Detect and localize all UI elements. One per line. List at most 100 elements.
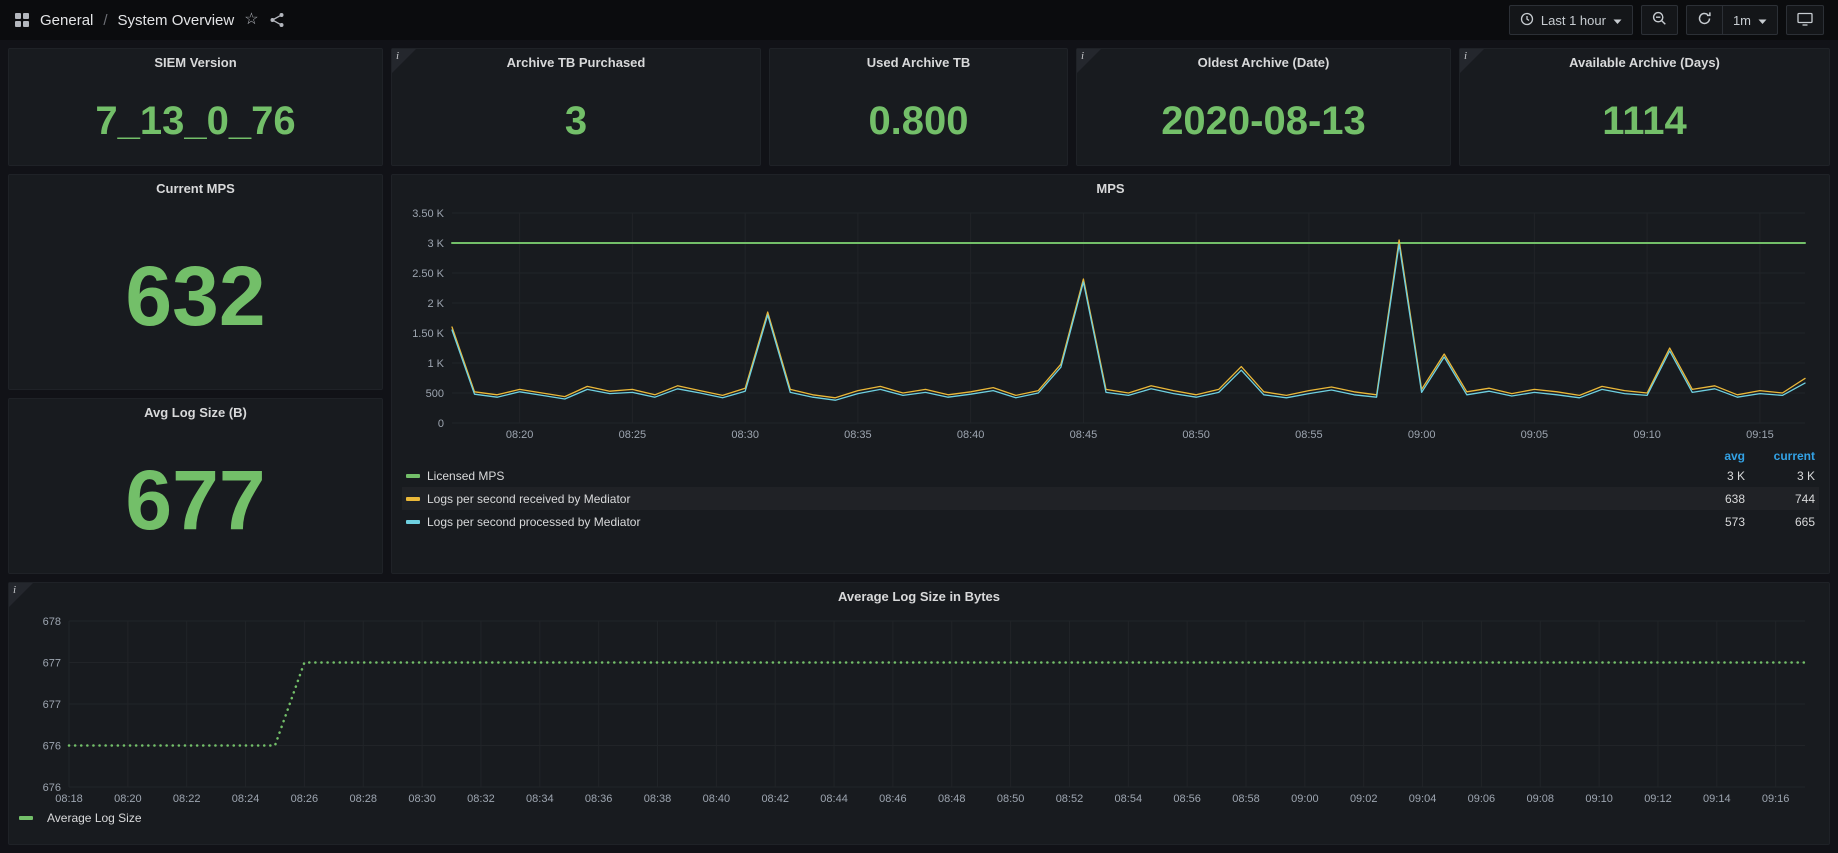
svg-text:08:30: 08:30 <box>408 793 436 805</box>
svg-text:09:16: 09:16 <box>1762 793 1790 805</box>
legend-row-processed: Logs per second processed by Mediator 57… <box>402 510 1819 533</box>
zoom-out-icon <box>1652 11 1667 29</box>
panel-archive-tb-purchased: i Archive TB Purchased 3 <box>391 48 761 166</box>
svg-text:08:35: 08:35 <box>844 429 872 441</box>
svg-text:09:00: 09:00 <box>1291 793 1319 805</box>
refresh-button-group: 1m <box>1686 5 1778 35</box>
svg-text:09:10: 09:10 <box>1633 429 1661 441</box>
panel-current-mps: Current MPS 632 <box>8 174 383 390</box>
panel-title[interactable]: Archive TB Purchased <box>392 49 760 77</box>
panel-title[interactable]: MPS <box>392 175 1829 203</box>
series-name[interactable]: Logs per second processed by Mediator <box>427 515 1675 529</box>
tv-mode-button[interactable] <box>1786 5 1824 35</box>
svg-text:08:38: 08:38 <box>644 793 672 805</box>
svg-text:09:14: 09:14 <box>1703 793 1731 805</box>
series-current-value: 3 K <box>1745 469 1815 483</box>
breadcrumb-dashboard-title[interactable]: System Overview <box>118 12 235 29</box>
panel-available-archive-days: i Available Archive (Days) 1114 <box>1459 48 1830 166</box>
monitor-icon <box>1797 12 1813 29</box>
svg-text:09:10: 09:10 <box>1585 793 1613 805</box>
panel-avg-log-size: Avg Log Size (B) 677 <box>8 398 383 574</box>
legend-row-received: Logs per second received by Mediator 638… <box>402 487 1819 510</box>
series-name[interactable]: Licensed MPS <box>427 469 1675 483</box>
stat-value: 677 <box>9 427 382 573</box>
log-size-legend: Average Log Size <box>9 807 1829 829</box>
panel-oldest-archive-date: i Oldest Archive (Date) 2020-08-13 <box>1076 48 1451 166</box>
series-name[interactable]: Average Log Size <box>47 811 142 825</box>
panel-siem-version: SIEM Version 7_13_0_76 <box>8 48 383 166</box>
navbar: General / System Overview ☆ Last 1 hour <box>0 0 1838 40</box>
refresh-button[interactable] <box>1686 5 1723 35</box>
breadcrumb-folder[interactable]: General <box>40 12 93 29</box>
svg-text:09:05: 09:05 <box>1521 429 1549 441</box>
svg-text:09:08: 09:08 <box>1526 793 1554 805</box>
svg-text:08:22: 08:22 <box>173 793 201 805</box>
svg-text:08:54: 08:54 <box>1115 793 1143 805</box>
stat-value: 7_13_0_76 <box>9 77 382 165</box>
svg-text:677: 677 <box>43 658 61 670</box>
breadcrumb-separator: / <box>103 12 107 29</box>
dashboard: SIEM Version 7_13_0_76 i Archive TB Purc… <box>0 40 1838 853</box>
panel-info-icon[interactable]: i <box>1077 49 1101 73</box>
panel-info-icon[interactable]: i <box>392 49 416 73</box>
star-icon[interactable]: ☆ <box>244 12 258 28</box>
stat-value: 3 <box>392 77 760 165</box>
svg-text:09:06: 09:06 <box>1468 793 1496 805</box>
panel-title[interactable]: Used Archive TB <box>770 49 1067 77</box>
legend-col-avg[interactable]: avg <box>1675 449 1745 463</box>
panel-title[interactable]: Oldest Archive (Date) <box>1077 49 1450 77</box>
panel-title[interactable]: Average Log Size in Bytes <box>9 583 1829 611</box>
svg-text:08:30: 08:30 <box>731 429 759 441</box>
panel-title[interactable]: Available Archive (Days) <box>1460 49 1829 77</box>
svg-text:08:20: 08:20 <box>114 793 142 805</box>
panel-info-icon[interactable]: i <box>9 583 33 607</box>
legend-header-row: avg current <box>402 447 1819 464</box>
series-current-value: 744 <box>1745 492 1815 506</box>
series-color-marker <box>19 816 33 820</box>
dashboards-grid-icon[interactable] <box>14 12 30 28</box>
svg-text:08:44: 08:44 <box>820 793 848 805</box>
svg-text:676: 676 <box>43 741 61 753</box>
clock-icon <box>1520 12 1534 29</box>
refresh-interval-picker[interactable]: 1m <box>1722 5 1778 35</box>
svg-text:2.50 K: 2.50 K <box>412 268 444 280</box>
svg-text:1 K: 1 K <box>427 358 444 370</box>
share-icon[interactable] <box>269 12 285 28</box>
panel-title[interactable]: Current MPS <box>9 175 382 203</box>
svg-text:08:24: 08:24 <box>232 793 260 805</box>
svg-text:08:40: 08:40 <box>703 793 731 805</box>
zoom-out-button[interactable] <box>1641 5 1678 35</box>
legend-col-current[interactable]: current <box>1745 449 1815 463</box>
svg-text:3.50 K: 3.50 K <box>412 208 444 220</box>
series-name[interactable]: Logs per second received by Mediator <box>427 492 1675 506</box>
panel-info-icon[interactable]: i <box>1460 49 1484 73</box>
mps-timeseries-chart[interactable]: 3.50 K3 K2.50 K2 K1.50 K1 K500008:2008:2… <box>400 203 1821 443</box>
svg-text:09:12: 09:12 <box>1644 793 1672 805</box>
svg-text:08:42: 08:42 <box>761 793 789 805</box>
svg-text:08:46: 08:46 <box>879 793 907 805</box>
panel-title[interactable]: Avg Log Size (B) <box>9 399 382 427</box>
series-color-marker <box>406 497 420 501</box>
svg-text:09:04: 09:04 <box>1409 793 1437 805</box>
stat-value: 2020-08-13 <box>1077 77 1450 165</box>
series-color-marker <box>406 520 420 524</box>
refresh-icon <box>1697 11 1712 29</box>
svg-text:08:26: 08:26 <box>291 793 319 805</box>
svg-text:1.50 K: 1.50 K <box>412 328 444 340</box>
series-avg-value: 3 K <box>1675 469 1745 483</box>
svg-text:08:55: 08:55 <box>1295 429 1323 441</box>
chevron-down-icon <box>1613 13 1622 28</box>
svg-text:0: 0 <box>438 418 444 430</box>
panel-mps-chart: MPS 3.50 K3 K2.50 K2 K1.50 K1 K500008:20… <box>391 174 1830 574</box>
series-color-marker <box>406 474 420 478</box>
panel-title[interactable]: SIEM Version <box>9 49 382 77</box>
svg-text:08:52: 08:52 <box>1056 793 1084 805</box>
legend-row-licensed-mps: Licensed MPS 3 K 3 K <box>402 464 1819 487</box>
svg-text:09:15: 09:15 <box>1746 429 1774 441</box>
svg-text:08:28: 08:28 <box>349 793 377 805</box>
time-range-picker[interactable]: Last 1 hour <box>1509 5 1633 35</box>
svg-text:08:32: 08:32 <box>467 793 495 805</box>
log-size-timeseries-chart[interactable]: 67867767767667608:1808:2008:2208:2408:26… <box>17 611 1821 807</box>
stat-value: 0.800 <box>770 77 1067 165</box>
refresh-interval-label: 1m <box>1733 13 1751 28</box>
